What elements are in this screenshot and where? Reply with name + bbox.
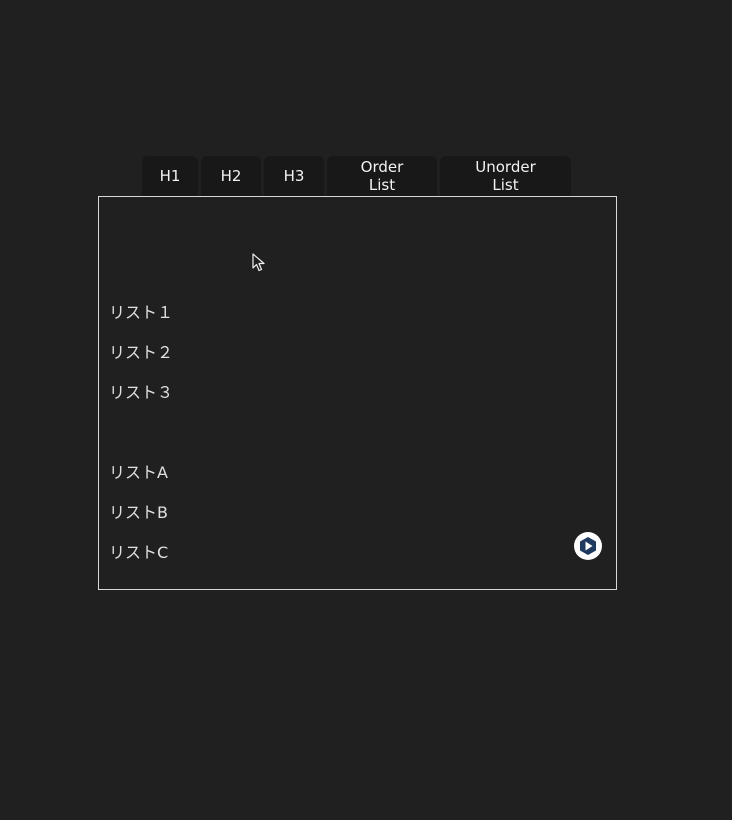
rich-text-editor[interactable]: リスト１ リスト２ リスト３ リストA リストB リストC — [98, 196, 617, 590]
play-hexagon-button[interactable] — [574, 532, 602, 560]
order-list-button[interactable]: Order List — [327, 156, 437, 196]
unordered-list: リストA リストB リストC — [109, 453, 168, 573]
list-item: リストA — [109, 463, 168, 482]
list-item: リスト１ — [109, 303, 174, 322]
page: H1 H2 H3 Order List Unorder List リスト１ リス… — [0, 0, 732, 820]
mouse-pointer-icon — [252, 253, 265, 272]
h1-button[interactable]: H1 — [142, 156, 198, 196]
list-item: リストB — [109, 503, 168, 522]
h3-button[interactable]: H3 — [264, 156, 324, 196]
h2-button[interactable]: H2 — [201, 156, 261, 196]
list-item: リスト３ — [109, 383, 174, 402]
unorder-list-button[interactable]: Unorder List — [440, 156, 571, 196]
list-item: リストC — [109, 543, 169, 562]
formatting-toolbar: H1 H2 H3 Order List Unorder List — [142, 156, 571, 196]
list-item: リスト２ — [109, 343, 174, 362]
ordered-list: リスト１ リスト２ リスト３ — [109, 293, 173, 413]
play-hexagon-icon — [580, 537, 596, 555]
